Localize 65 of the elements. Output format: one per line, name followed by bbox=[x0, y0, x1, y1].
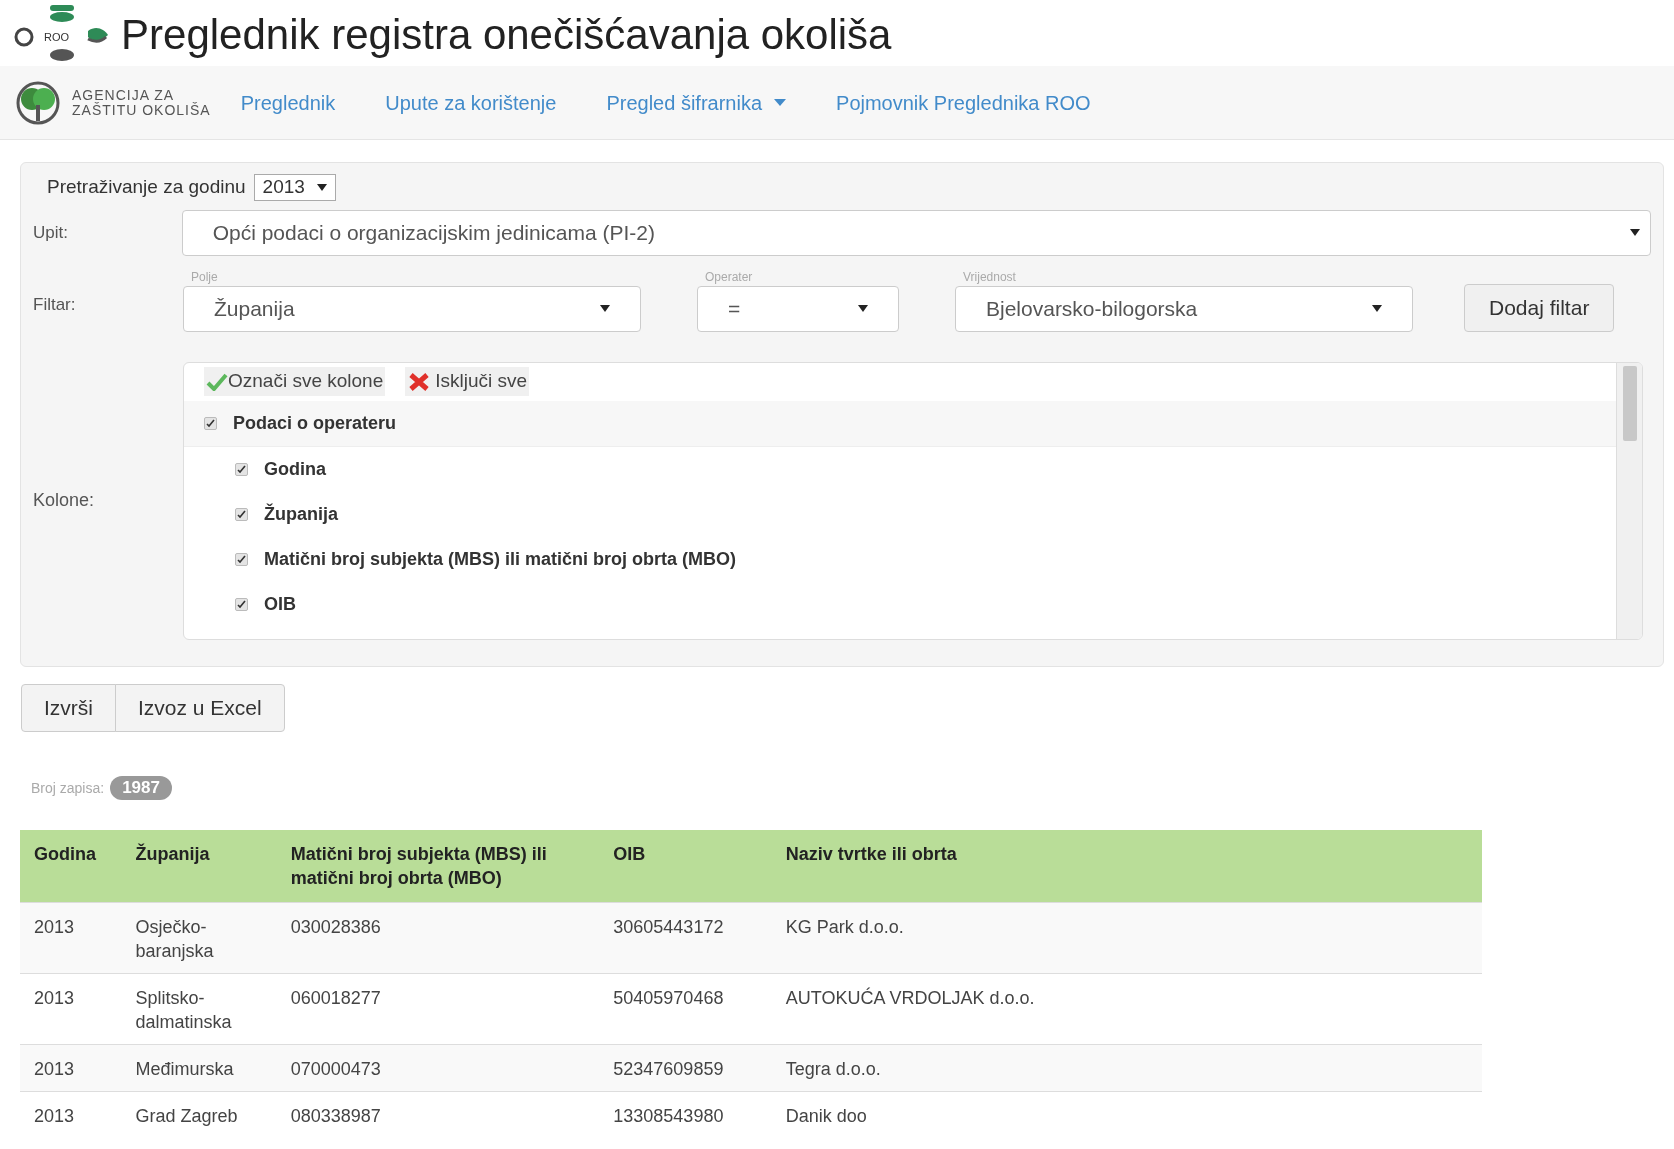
caret-icon bbox=[1372, 305, 1382, 312]
columns-label: Kolone: bbox=[33, 489, 96, 512]
caret-icon bbox=[600, 305, 610, 312]
column-option-label: Godina bbox=[264, 457, 326, 481]
year-label: Pretraživanje za godinu bbox=[47, 175, 246, 199]
record-count-label: Broj zapisa: bbox=[31, 778, 105, 798]
checkbox[interactable] bbox=[235, 552, 248, 566]
table-cell: Međimurska bbox=[121, 1044, 277, 1091]
table-cell: Osječko-baranjska bbox=[121, 902, 277, 973]
caret-icon bbox=[316, 183, 327, 191]
checkbox[interactable] bbox=[204, 416, 217, 430]
select-all-button[interactable]: Označi sve kolone bbox=[204, 367, 386, 396]
table-cell: KG Park d.o.o. bbox=[771, 902, 1482, 973]
filter-select[interactable]: Bjelovarsko-bilogorska bbox=[955, 285, 1413, 332]
table-cell: Splitsko-dalmatinska bbox=[121, 973, 277, 1044]
column-header: Županija bbox=[121, 830, 277, 902]
table-cell: 080338987 bbox=[276, 1091, 600, 1138]
agency-name: ZAŠTITU OKOLIŠA bbox=[72, 102, 211, 118]
filter-label: Filtar: bbox=[33, 294, 77, 316]
column-option-label: Matični broj subjekta (MBS) ili matični broj obrta (MBO) bbox=[264, 547, 737, 571]
table-cell: Danik doo bbox=[771, 1091, 1482, 1138]
add-filter-button[interactable]: Dodaj filtar bbox=[1464, 283, 1615, 332]
table-cell: AUTOKUĆA VRDOLJAK d.o.o. bbox=[771, 973, 1482, 1044]
checkbox[interactable] bbox=[235, 462, 248, 476]
check-icon bbox=[206, 372, 228, 391]
filter-select[interactable]: = bbox=[697, 285, 899, 332]
column-header: Matični broj subjekta (MBS) ili matični broj obrta (MBO) bbox=[276, 830, 600, 902]
query-label: Upit: bbox=[33, 221, 69, 244]
table-cell: 2013 bbox=[20, 902, 122, 973]
table-cell: Grad Zagreb bbox=[121, 1091, 277, 1138]
deselect-all-button[interactable]: Isključi sve bbox=[405, 367, 530, 396]
checkbox[interactable] bbox=[235, 597, 248, 611]
field-caption: Operater bbox=[704, 268, 754, 286]
checkbox[interactable] bbox=[235, 507, 248, 521]
field-caption: Vrijednost bbox=[962, 268, 1017, 286]
filter-select[interactable]: Županija bbox=[183, 285, 641, 332]
logo-text: ROO bbox=[44, 29, 70, 45]
table-cell: 030028386 bbox=[276, 902, 600, 973]
action-button[interactable]: Izvrši bbox=[21, 684, 116, 732]
column-option-label: OIB bbox=[264, 592, 296, 616]
agency-name: AGENCIJA ZA bbox=[72, 87, 175, 103]
query-select[interactable]: Opći podaci o organizacijskim jedinicama (PI-2) bbox=[181, 209, 1651, 256]
column-header: Godina bbox=[20, 830, 122, 902]
caret-icon bbox=[1630, 229, 1640, 236]
column-group-label: Podaci o operateru bbox=[233, 411, 397, 435]
table-cell: 30605443172 bbox=[599, 902, 772, 973]
table-cell: 2013 bbox=[20, 973, 122, 1044]
scrollbar[interactable] bbox=[1616, 362, 1642, 639]
table-cell: Tegra d.o.o. bbox=[771, 1044, 1482, 1091]
table-cell: 070000473 bbox=[276, 1044, 600, 1091]
caret-icon bbox=[858, 305, 868, 312]
table-cell: 2013 bbox=[20, 1044, 122, 1091]
action-button[interactable]: Izvoz u Excel bbox=[115, 684, 285, 732]
column-header: OIB bbox=[599, 830, 772, 902]
column-header: Naziv tvrtke ili obrta bbox=[771, 830, 1482, 902]
table-cell: 50405970468 bbox=[599, 973, 772, 1044]
page-title: Preglednik registra onečišćavanja okoliša bbox=[121, 14, 892, 56]
table-cell: 13308543980 bbox=[599, 1091, 772, 1138]
table-cell: 060018277 bbox=[276, 973, 600, 1044]
year-select[interactable]: 2013 bbox=[253, 173, 336, 201]
column-option-label: Županija bbox=[264, 502, 338, 526]
table-cell: 52347609859 bbox=[599, 1044, 772, 1091]
record-count: 1987 bbox=[110, 776, 172, 800]
table-cell: 2013 bbox=[20, 1091, 122, 1138]
field-caption: Polje bbox=[190, 268, 219, 286]
